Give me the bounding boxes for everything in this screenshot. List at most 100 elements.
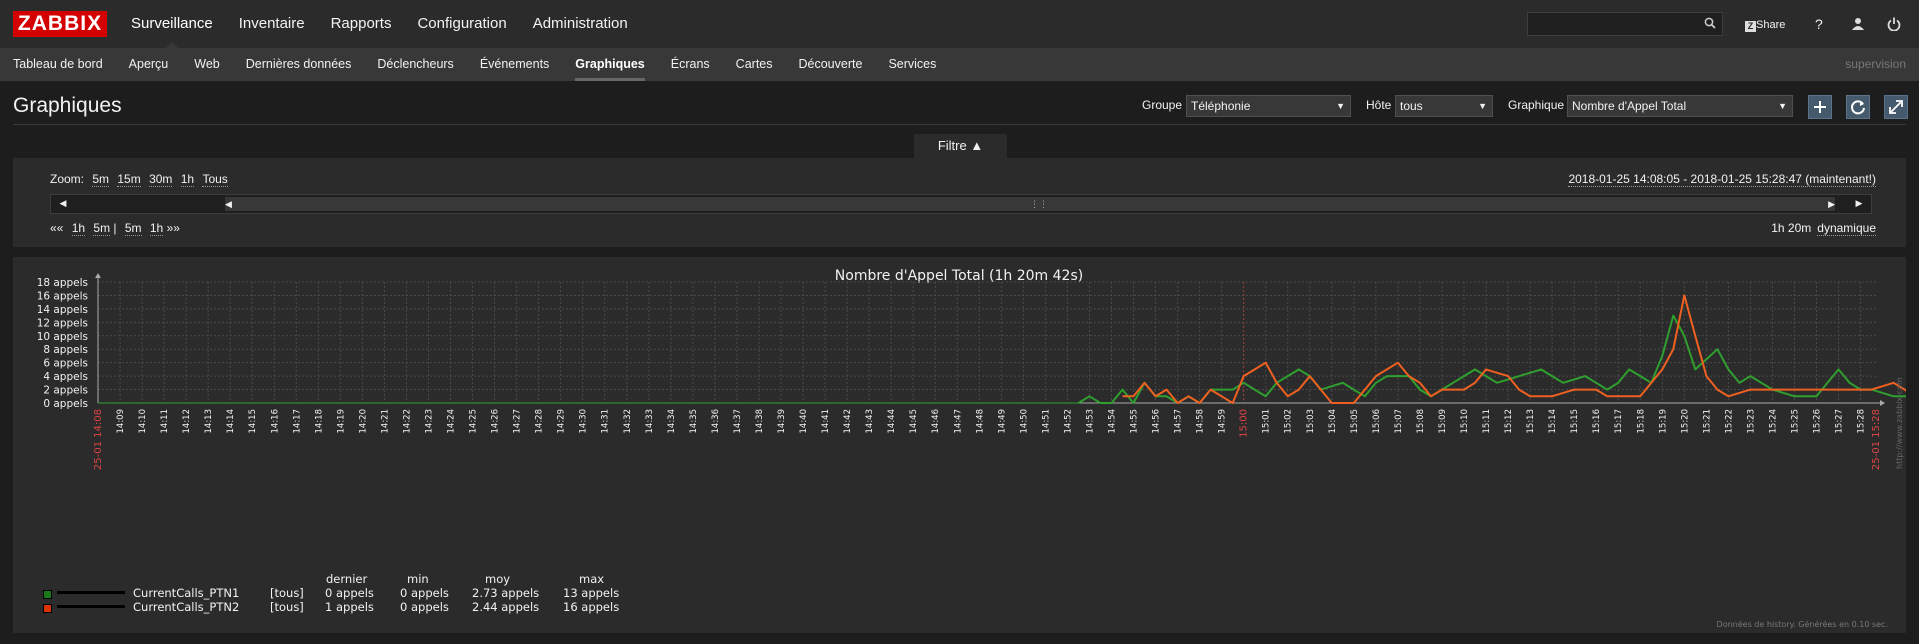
x-tick-label: 14:40 — [799, 409, 809, 434]
page-header: Graphiques Groupe Téléphonie ▼ Hôte tous ▼… — [0, 81, 1919, 125]
back-1h[interactable]: 1h — [71, 221, 86, 236]
menu-inventaire[interactable]: Inventaire — [226, 0, 318, 48]
line-chart[interactable]: Nombre d'Appel Total (1h 20m 42s) 0 appe… — [13, 257, 1906, 557]
x-tick-label: 14:51 — [1041, 409, 1051, 434]
legend-color-swatch — [43, 604, 52, 613]
menu-rapports[interactable]: Rapports — [318, 0, 405, 48]
group-select[interactable]: Téléphonie ▼ — [1186, 95, 1351, 117]
sub-navigation-bar: Tableau de bord Aperçu Web Dernières don… — [0, 48, 1919, 81]
y-tick-label: 4 appels — [43, 371, 88, 383]
forward-icon[interactable]: »» — [163, 221, 180, 235]
back-icon[interactable]: «« — [50, 221, 67, 235]
scrollbar-thumb[interactable]: ◀ ⋮⋮ ▶ — [225, 197, 1835, 211]
help-icon[interactable]: ? — [1815, 12, 1823, 36]
legend-max: 13 appels — [563, 586, 620, 600]
zoom-5m[interactable]: 5m — [92, 172, 110, 187]
x-tick-label: 15:22 — [1724, 409, 1734, 434]
submenu-ecrans[interactable]: Écrans — [671, 48, 710, 81]
filter-tab[interactable]: Filtre ▲ — [914, 134, 1007, 158]
scroll-left-arrow-icon[interactable]: ◀ — [51, 195, 75, 213]
scroll-right-arrow-icon[interactable]: ▶ — [1847, 195, 1871, 213]
x-tick-label: 14:44 — [887, 409, 897, 434]
graph-select[interactable]: Nombre d'Appel Total ▼ — [1567, 95, 1793, 117]
x-tick-label: 14:43 — [865, 409, 875, 434]
y-tick-label: 18 appels — [37, 277, 88, 289]
zoom-all[interactable]: Tous — [202, 172, 228, 187]
group-value: Téléphonie — [1191, 99, 1251, 113]
x-tick-label: 15:28 — [1857, 409, 1867, 434]
search-icon[interactable] — [1704, 17, 1716, 29]
scroll-left-handle-icon[interactable]: ◀ — [225, 197, 232, 213]
refresh-icon — [1851, 100, 1865, 115]
menu-administration[interactable]: Administration — [520, 0, 641, 48]
x-tick-label: 14:34 — [667, 409, 677, 434]
x-tick-label: 15:09 — [1438, 409, 1448, 434]
x-tick-label: 15:26 — [1813, 409, 1823, 434]
x-tick-label: 15:03 — [1306, 409, 1316, 434]
graph-panel: Nombre d'Appel Total (1h 20m 42s) 0 appe… — [13, 257, 1906, 633]
legend-dernier: 1 appels — [325, 600, 374, 614]
y-tick-label: 0 appels — [43, 398, 88, 410]
zoom-1h[interactable]: 1h — [180, 172, 195, 187]
dynamic-toggle[interactable]: dynamique — [1817, 221, 1876, 236]
x-tick-label: 14:20 — [358, 409, 368, 434]
scroll-right-handle-icon[interactable]: ▶ — [1828, 197, 1835, 213]
x-tick-label: 14:30 — [579, 409, 589, 434]
fullscreen-button[interactable] — [1884, 95, 1908, 119]
x-tick-label: 14:50 — [1019, 409, 1029, 434]
x-tick-label: 14:19 — [336, 409, 346, 434]
forward-5m[interactable]: 5m — [124, 221, 142, 236]
add-to-favorites-button[interactable] — [1808, 95, 1832, 119]
host-select[interactable]: tous ▼ — [1395, 95, 1493, 117]
host-label: Hôte — [1366, 98, 1392, 112]
share-button[interactable]: Z Share — [1745, 12, 1785, 36]
submenu-graphiques[interactable]: Graphiques — [575, 48, 646, 81]
plus-icon — [1814, 101, 1826, 113]
submenu-evenements[interactable]: Événements — [480, 48, 549, 81]
back-5m[interactable]: 5m — [93, 221, 111, 236]
submenu-apercu[interactable]: Aperçu — [129, 48, 169, 81]
menu-configuration[interactable]: Configuration — [404, 0, 519, 48]
x-tick-label: 15:04 — [1328, 409, 1338, 434]
legend-line-swatch — [57, 605, 125, 608]
logout-icon[interactable] — [1887, 17, 1901, 31]
x-tick-label: 14:16 — [270, 409, 280, 434]
submenu-services[interactable]: Services — [888, 48, 936, 81]
zoom-15m[interactable]: 15m — [117, 172, 141, 187]
watermark: http://www.zabbix.com — [1895, 377, 1904, 469]
user-name: supervision — [1845, 57, 1906, 71]
submenu-declencheurs[interactable]: Déclencheurs — [377, 48, 453, 81]
x-tick-label: 15:10 — [1460, 409, 1470, 434]
period-range[interactable]: 2018-01-25 14:08:05 - 2018-01-25 15:28:4… — [1568, 172, 1876, 187]
submenu-web[interactable]: Web — [194, 48, 219, 81]
legend-series-scope: [tous] — [270, 586, 304, 600]
submenu-decouverte[interactable]: Découverte — [799, 48, 863, 81]
zoom-30m[interactable]: 30m — [149, 172, 173, 187]
forward-1h[interactable]: 1h — [149, 221, 164, 236]
refresh-button[interactable] — [1846, 95, 1870, 119]
page-title: Graphiques — [13, 94, 122, 117]
x-tick-label: 14:18 — [314, 409, 324, 434]
legend-dernier: 0 appels — [325, 586, 374, 600]
x-tick-label: 14:57 — [1174, 409, 1184, 434]
legend-series-name: CurrentCalls_PTN1 — [133, 586, 240, 600]
submenu-tableau-de-bord[interactable]: Tableau de bord — [13, 48, 103, 81]
y-tick-label: 16 appels — [37, 290, 88, 302]
x-tick-label: 15:12 — [1504, 409, 1514, 434]
submenu-dernieres-donnees[interactable]: Dernières données — [246, 48, 352, 81]
x-tick-label: 14:31 — [601, 409, 611, 434]
zabbix-share-icon: Z — [1745, 21, 1756, 32]
time-scrollbar[interactable]: ◀ ◀ ⋮⋮ ▶ ▶ — [50, 194, 1872, 214]
submenu-cartes[interactable]: Cartes — [736, 48, 773, 81]
x-axis-labels: 14:09 14:10 14:11 14:12 14:13 14:14 14:15 14:16… — [93, 409, 1882, 470]
zabbix-logo[interactable]: ZABBIX — [13, 11, 107, 37]
x-tick-label: 14:59 — [1218, 409, 1228, 434]
x-tick-label: 14:22 — [402, 409, 412, 434]
x-tick-label: 15:17 — [1614, 409, 1624, 434]
search-input[interactable] — [1527, 12, 1723, 36]
profile-icon[interactable] — [1851, 17, 1865, 31]
x-tick-label: 14:49 — [997, 409, 1007, 434]
legend-moy: 2.44 appels — [472, 600, 540, 614]
x-tick-label: 15:21 — [1702, 409, 1712, 434]
menu-surveillance[interactable]: Surveillance — [118, 0, 226, 48]
